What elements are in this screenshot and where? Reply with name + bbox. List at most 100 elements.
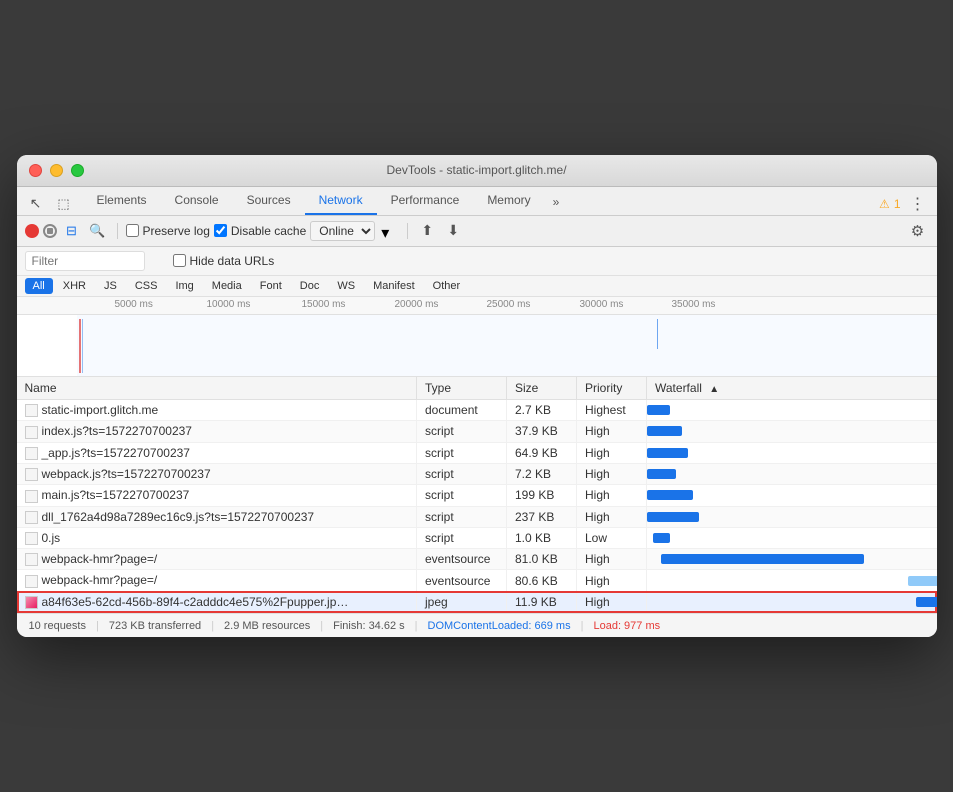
cell-name-text: static-import.glitch.me bbox=[42, 403, 159, 417]
filter-input[interactable] bbox=[25, 251, 145, 271]
search-icon[interactable]: 🔍 bbox=[87, 220, 109, 242]
file-icon bbox=[25, 596, 38, 609]
export-icon[interactable]: ⬇ bbox=[442, 220, 464, 242]
filter-font[interactable]: Font bbox=[252, 278, 290, 294]
tab-console[interactable]: Console bbox=[161, 187, 233, 215]
filter-manifest[interactable]: Manifest bbox=[365, 278, 423, 294]
cell-name: _app.js?ts=1572270700237 bbox=[17, 442, 417, 463]
cell-name: dll_1762a4d98a7289ec16c9.js?ts=157227070… bbox=[17, 506, 417, 527]
filter-media[interactable]: Media bbox=[204, 278, 250, 294]
preserve-log-label: Preserve log bbox=[143, 224, 210, 238]
filter-other[interactable]: Other bbox=[425, 278, 469, 294]
cell-name-text: webpack.js?ts=1572270700237 bbox=[42, 467, 211, 481]
inspect-icon[interactable]: ⬚ bbox=[53, 193, 75, 215]
filter-js[interactable]: JS bbox=[96, 278, 125, 294]
table-row[interactable]: a84f63e5-62cd-456b-89f4-c2adddc4e575%2Fp… bbox=[17, 591, 937, 612]
cell-priority: High bbox=[577, 570, 647, 591]
col-name[interactable]: Name bbox=[17, 377, 417, 400]
filter-img[interactable]: Img bbox=[167, 278, 201, 294]
import-icon[interactable]: ⬆ bbox=[416, 220, 438, 242]
more-tabs-button[interactable]: » bbox=[545, 189, 568, 215]
col-priority[interactable]: Priority bbox=[577, 377, 647, 400]
cell-name-text: webpack-hmr?page=/ bbox=[42, 552, 158, 566]
cell-waterfall bbox=[647, 421, 937, 442]
cell-type: script bbox=[417, 506, 507, 527]
title-bar: DevTools - static-import.glitch.me/ bbox=[17, 155, 937, 187]
table-row[interactable]: 0.jsscript1.0 KBLow bbox=[17, 527, 937, 548]
file-icon bbox=[25, 426, 38, 439]
table-row[interactable]: webpack.js?ts=1572270700237script7.2 KBH… bbox=[17, 463, 937, 484]
tick-20000: 20000 ms bbox=[395, 299, 439, 310]
devtools-window: DevTools - static-import.glitch.me/ ↖ ⬚ … bbox=[17, 155, 937, 637]
cell-name-text: 0.js bbox=[42, 531, 61, 545]
cell-waterfall bbox=[647, 591, 937, 612]
cell-name: webpack-hmr?page=/ bbox=[17, 549, 417, 570]
table-row[interactable]: _app.js?ts=1572270700237script64.9 KBHig… bbox=[17, 442, 937, 463]
cell-waterfall bbox=[647, 570, 937, 591]
cell-size: 1.0 KB bbox=[507, 527, 577, 548]
tab-memory[interactable]: Memory bbox=[473, 187, 544, 215]
cell-name-text: _app.js?ts=1572270700237 bbox=[42, 446, 190, 460]
cell-priority: Low bbox=[577, 527, 647, 548]
col-waterfall[interactable]: Waterfall ▲ bbox=[647, 377, 937, 400]
disable-cache-checkbox[interactable] bbox=[214, 224, 227, 237]
table-row[interactable]: dll_1762a4d98a7289ec16c9.js?ts=157227070… bbox=[17, 506, 937, 527]
col-type[interactable]: Type bbox=[417, 377, 507, 400]
table-row[interactable]: webpack-hmr?page=/eventsource80.6 KBHigh bbox=[17, 570, 937, 591]
record-button[interactable] bbox=[25, 224, 39, 238]
filter-css[interactable]: CSS bbox=[127, 278, 166, 294]
minimize-button[interactable] bbox=[50, 164, 63, 177]
hide-data-urls-checkbox[interactable] bbox=[173, 254, 186, 267]
tab-performance[interactable]: Performance bbox=[377, 187, 474, 215]
more-options-icon[interactable]: ⋮ bbox=[907, 193, 929, 215]
waterfall-bar bbox=[647, 490, 693, 500]
requests-count: 10 requests bbox=[29, 620, 86, 632]
stop-button[interactable] bbox=[43, 224, 57, 238]
tab-sources[interactable]: Sources bbox=[233, 187, 305, 215]
disable-cache-checkbox-label[interactable]: Disable cache bbox=[214, 224, 306, 238]
cell-waterfall bbox=[647, 442, 937, 463]
cell-waterfall bbox=[647, 463, 937, 484]
tab-elements[interactable]: Elements bbox=[83, 187, 161, 215]
cell-type: eventsource bbox=[417, 570, 507, 591]
table-row[interactable]: main.js?ts=1572270700237script199 KBHigh bbox=[17, 485, 937, 506]
col-size[interactable]: Size bbox=[507, 377, 577, 400]
cell-name: index.js?ts=1572270700237 bbox=[17, 421, 417, 442]
preserve-log-checkbox-label[interactable]: Preserve log bbox=[126, 224, 210, 238]
throttle-select[interactable]: Online bbox=[310, 221, 375, 241]
close-button[interactable] bbox=[29, 164, 42, 177]
cell-waterfall bbox=[647, 399, 937, 420]
cell-name: main.js?ts=1572270700237 bbox=[17, 485, 417, 506]
cursor-icon[interactable]: ↖ bbox=[25, 193, 47, 215]
filter-xhr[interactable]: XHR bbox=[55, 278, 94, 294]
finish-time: Finish: 34.62 s bbox=[333, 620, 405, 632]
settings-icon[interactable]: ⚙ bbox=[907, 220, 929, 242]
file-icon bbox=[25, 511, 38, 524]
table-row[interactable]: index.js?ts=1572270700237script37.9 KBHi… bbox=[17, 421, 937, 442]
filter-icon[interactable]: ⊟ bbox=[61, 220, 83, 242]
cell-waterfall bbox=[647, 549, 937, 570]
warnings-badge: 1 bbox=[894, 197, 901, 211]
filter-all[interactable]: All bbox=[25, 278, 53, 294]
file-icon bbox=[25, 447, 38, 460]
table-row[interactable]: static-import.glitch.medocument2.7 KBHig… bbox=[17, 399, 937, 420]
cell-name-text: index.js?ts=1572270700237 bbox=[42, 424, 192, 438]
filter-doc[interactable]: Doc bbox=[292, 278, 328, 294]
filter-ws[interactable]: WS bbox=[329, 278, 363, 294]
cell-priority: High bbox=[577, 591, 647, 612]
table-row[interactable]: webpack-hmr?page=/eventsource81.0 KBHigh bbox=[17, 549, 937, 570]
hide-data-urls-label[interactable]: Hide data URLs bbox=[173, 254, 275, 268]
throttle-dropdown-icon[interactable]: ▾ bbox=[381, 223, 397, 239]
cell-priority: High bbox=[577, 442, 647, 463]
cell-name: static-import.glitch.me bbox=[17, 399, 417, 420]
waterfall-bar bbox=[647, 426, 682, 436]
maximize-button[interactable] bbox=[71, 164, 84, 177]
cell-size: 37.9 KB bbox=[507, 421, 577, 442]
waterfall-bar bbox=[647, 469, 676, 479]
filter-bar: Hide data URLs bbox=[17, 247, 937, 276]
cell-size: 64.9 KB bbox=[507, 442, 577, 463]
sort-arrow: ▲ bbox=[709, 384, 719, 395]
cell-waterfall bbox=[647, 506, 937, 527]
preserve-log-checkbox[interactable] bbox=[126, 224, 139, 237]
tab-network[interactable]: Network bbox=[305, 187, 377, 215]
